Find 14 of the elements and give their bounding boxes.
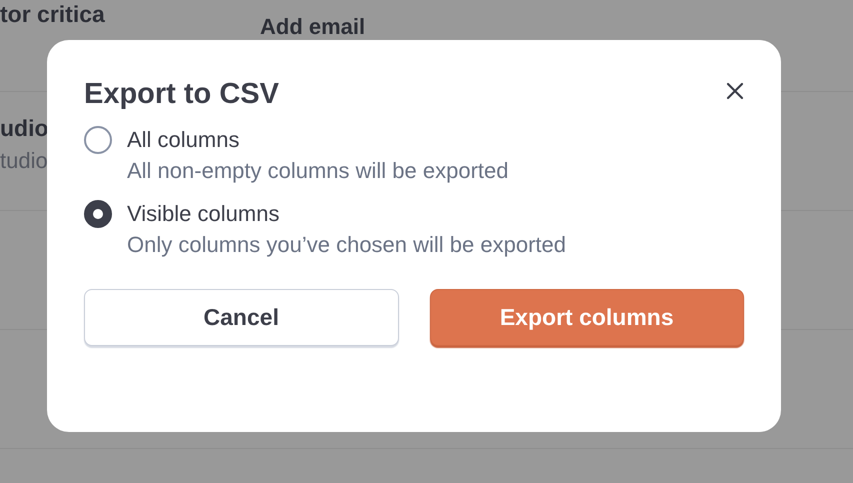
option-description: Only columns you’ve chosen will be exported — [127, 232, 566, 258]
add-email-link[interactable]: Add email — [260, 14, 366, 40]
row-title: udio — [0, 115, 49, 142]
radio-button[interactable] — [84, 200, 112, 228]
close-icon[interactable] — [725, 81, 745, 101]
row-subtitle: tudio — [0, 148, 48, 174]
radio-button[interactable] — [84, 126, 112, 154]
option-label: All columns — [127, 127, 240, 153]
cancel-button[interactable]: Cancel — [84, 289, 398, 346]
export-button[interactable]: Export columns — [430, 289, 744, 346]
option-label: Visible columns — [127, 201, 280, 227]
dialog-title: Export to CSV — [84, 78, 279, 111]
row-title: tor critica — [0, 1, 105, 28]
option-description: All non-empty columns will be exported — [127, 158, 509, 184]
